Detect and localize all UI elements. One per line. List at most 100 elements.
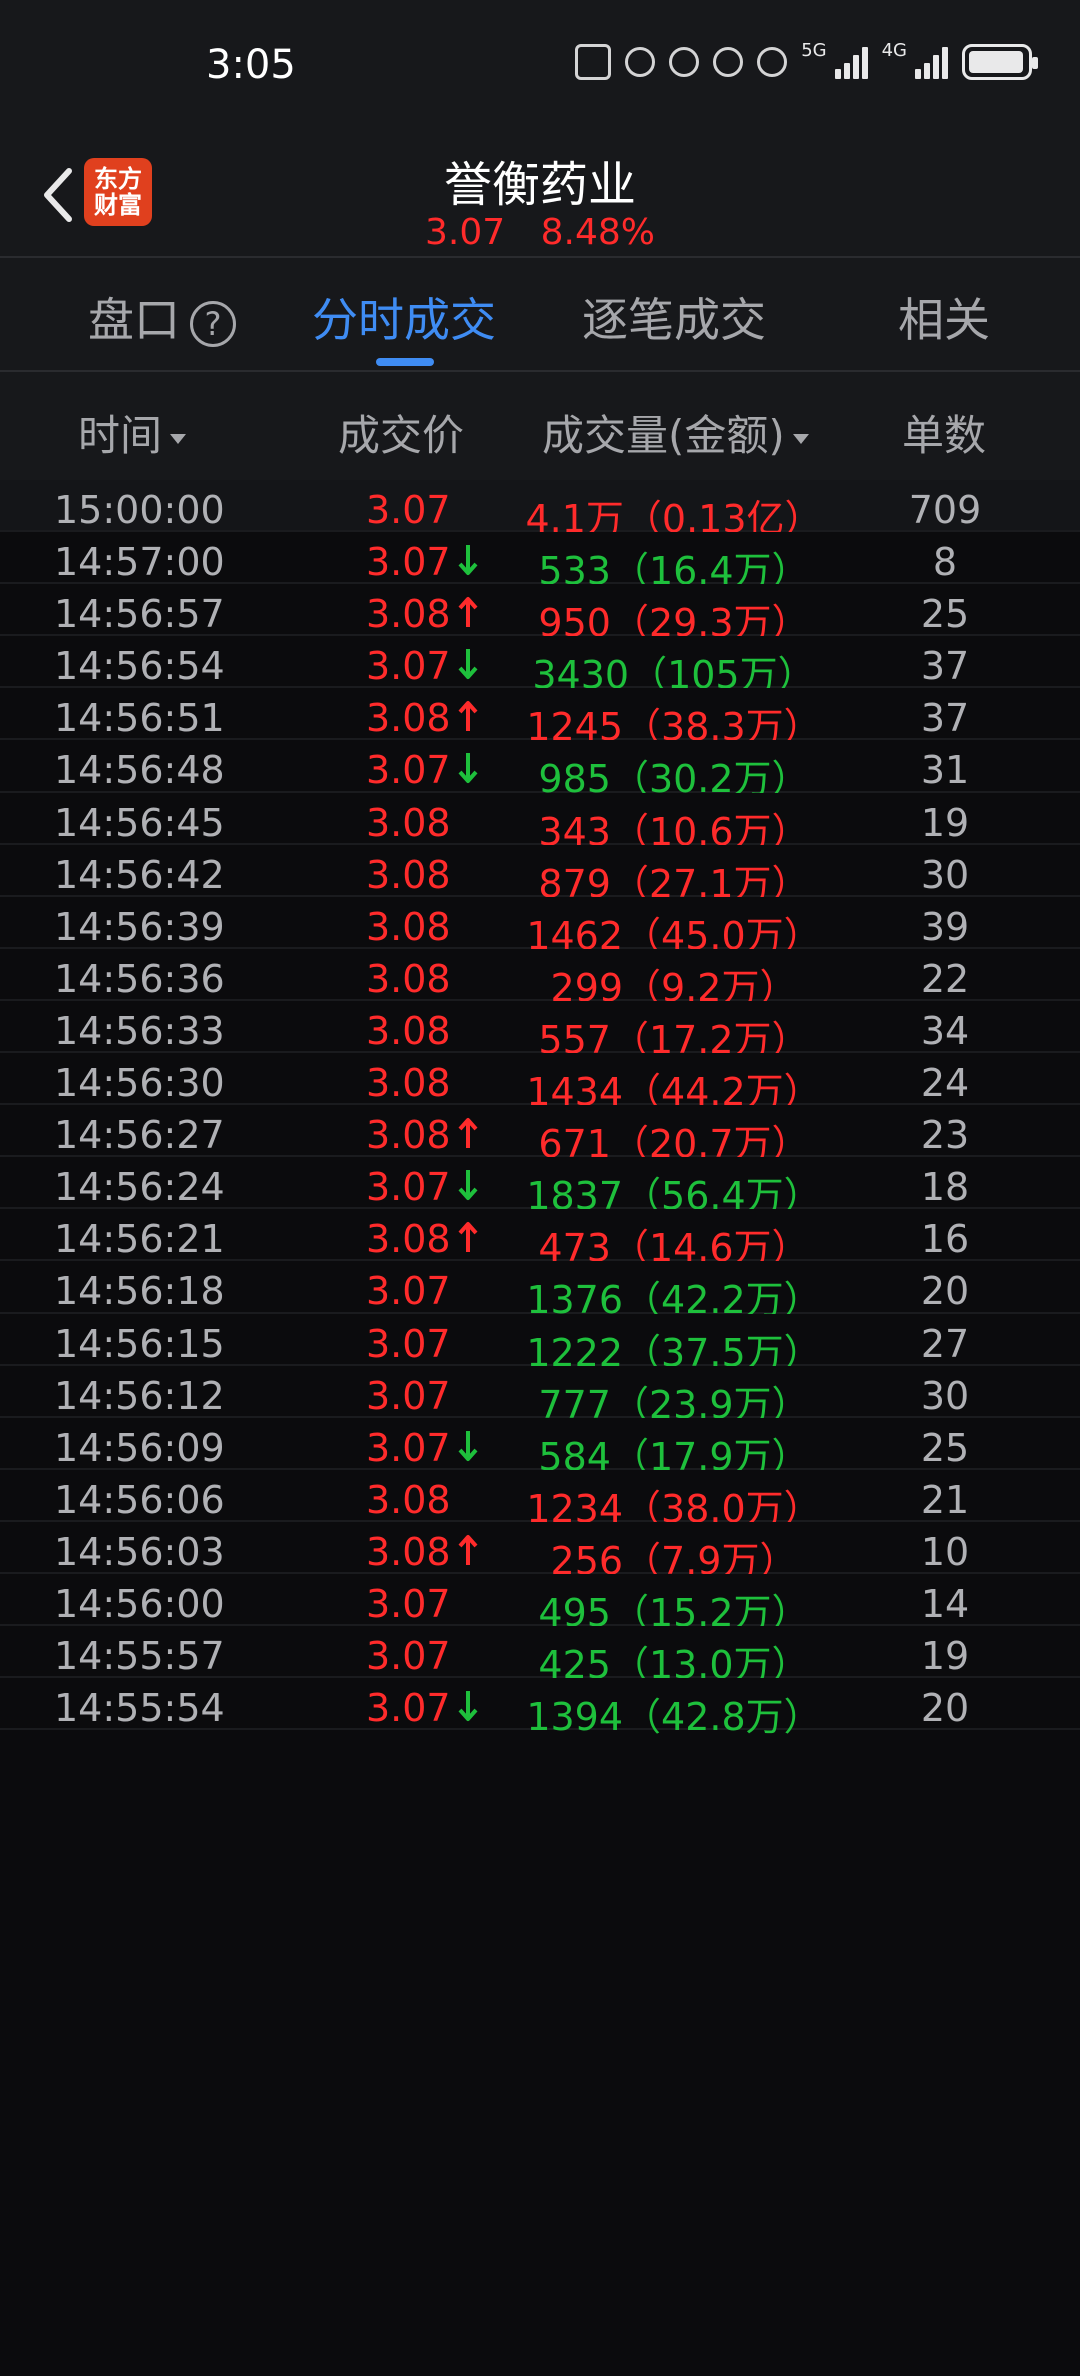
trade-price-value: 3.07: [366, 1269, 451, 1314]
table-row: 14:56:00 3.07 495（15.2万） 14: [0, 1573, 1080, 1635]
status-bar: 3:05 5G 4G: [0, 0, 1080, 140]
trade-count: 30: [920, 852, 970, 897]
trade-price: 3.08: [366, 853, 451, 897]
volume-header-label: 成交量(金额): [542, 411, 785, 460]
trade-count: 37: [920, 644, 970, 689]
table-row: 14:56:12 3.07 777（23.9万） 30: [0, 1365, 1080, 1427]
sort-volume-header[interactable]: 成交量(金额): [542, 402, 809, 463]
arrow-up-icon: [457, 1532, 479, 1566]
price-header: 成交价: [338, 411, 465, 460]
trade-count: 31: [920, 748, 970, 793]
trade-price: 3.07: [366, 644, 479, 688]
trade-price: 3.08: [366, 1478, 451, 1522]
table-row: 14:56:03 3.08 256（7.9万） 10: [0, 1521, 1080, 1583]
trade-time: 14:56:48: [54, 748, 225, 793]
tab-pankou-label: 盘口: [88, 293, 180, 347]
trade-count: 23: [920, 1113, 970, 1158]
table-row: 14:56:42 3.08 879（27.1万） 30: [0, 844, 1080, 906]
trade-count: 14: [920, 1581, 970, 1626]
trade-time: 14:56:36: [54, 956, 225, 1001]
trade-count: 21: [920, 1477, 970, 1522]
status-time: 3:05: [206, 42, 296, 88]
table-row: 14:56:06 3.08 1234（38.0万） 21: [0, 1469, 1080, 1531]
trade-price-value: 3.08: [366, 1008, 451, 1053]
trade-price-value: 3.07: [366, 748, 451, 793]
table-row: 14:56:15 3.07 1222（37.5万） 27: [0, 1313, 1080, 1375]
caret-down-icon: [170, 433, 187, 444]
network-4g-label: 4G: [881, 39, 907, 61]
trade-price: 3.07: [366, 748, 479, 792]
trade-price-value: 3.08: [366, 904, 451, 949]
trade-list[interactable]: 15:00:00 3.07 4.1万（0.13亿） 709 14:57:00 3.07 53…: [0, 480, 1080, 1739]
trade-count: 22: [920, 956, 970, 1001]
network-5g-label: 5G: [801, 39, 827, 61]
trade-count: 39: [920, 904, 970, 949]
tab-xiangguan[interactable]: 相关: [898, 284, 990, 350]
trade-count: 709: [908, 488, 982, 532]
trade-count: 8: [932, 540, 958, 585]
table-row: 14:56:33 3.08 557（17.2万） 34: [0, 1000, 1080, 1062]
trade-time: 14:55:54: [54, 1686, 225, 1731]
trade-price: 3.07: [366, 1686, 479, 1730]
trade-price: 3.07: [366, 540, 479, 584]
trade-volume: 1394（42.8万）: [526, 1695, 822, 1740]
arrow-up-icon: [457, 1219, 479, 1253]
trade-price: 3.08: [366, 905, 451, 949]
trade-price: 3.08: [366, 592, 479, 636]
sort-time-header[interactable]: 时间: [78, 402, 187, 463]
active-tab-indicator: [376, 358, 434, 366]
trade-price-value: 3.07: [366, 1165, 451, 1210]
wifi-icon: [757, 47, 788, 77]
nfc-icon: [575, 44, 612, 80]
arrow-up-icon: [457, 698, 479, 732]
trade-count: 19: [920, 800, 970, 845]
trade-price: 3.08: [366, 1061, 451, 1105]
arrow-down-icon: [457, 1167, 479, 1201]
table-row: 14:55:57 3.07 425（13.0万） 19: [0, 1626, 1080, 1687]
table-header: 时间 成交价 成交量(金额) 单数: [0, 372, 1080, 480]
trade-price: 3.08: [366, 801, 451, 845]
trade-price: 3.08: [366, 957, 451, 1001]
trade-price-value: 3.08: [366, 1061, 451, 1106]
trade-count: 24: [920, 1061, 970, 1106]
trade-time: 14:56:18: [54, 1269, 225, 1314]
trade-price: 3.08: [366, 1009, 451, 1053]
trade-count: 30: [920, 1373, 970, 1418]
trade-time: 14:55:57: [54, 1634, 225, 1679]
trade-time: 14:56:42: [54, 852, 225, 897]
stock-change: 8.48%: [540, 212, 655, 253]
trade-price: 3.08: [366, 1530, 479, 1574]
trade-time: 14:56:06: [54, 1477, 225, 1522]
trade-time: 14:56:54: [54, 644, 225, 689]
trade-price: 3.07: [366, 1269, 451, 1313]
tab-pankou[interactable]: 盘口?: [88, 284, 236, 350]
caret-down-icon: [792, 433, 809, 444]
tab-zhubi[interactable]: 逐笔成交: [582, 284, 766, 350]
table-row: 14:56:18 3.07 1376（42.2万） 20: [0, 1261, 1080, 1322]
trade-time: 14:56:27: [54, 1113, 225, 1158]
table-row: 14:56:36 3.08 299（9.2万） 22: [0, 948, 1080, 1010]
table-row: 15:00:00 3.07 4.1万（0.13亿） 709: [0, 480, 1080, 541]
trade-time: 14:56:30: [54, 1061, 225, 1106]
tab-fenshi[interactable]: 分时成交: [312, 284, 496, 350]
status-icons: 5G 4G: [575, 40, 1038, 80]
trade-time: 14:56:33: [54, 1008, 225, 1053]
arrow-down-icon: [457, 1428, 479, 1462]
trade-price-value: 3.08: [366, 1113, 451, 1158]
table-row: 14:56:54 3.07 3430（105万） 37: [0, 636, 1080, 697]
trade-price-value: 3.07: [366, 1425, 451, 1470]
trade-price-value: 3.08: [366, 1529, 451, 1574]
trade-price: 3.08: [366, 1217, 479, 1261]
help-icon[interactable]: ?: [190, 300, 236, 347]
arrow-down-icon: [457, 646, 479, 680]
trade-count: 37: [920, 696, 970, 741]
table-row: 14:56:24 3.07 1837（56.4万） 18: [0, 1157, 1080, 1218]
stock-header: 东方 财富 誉衡药业 3.07 8.48%: [0, 140, 1080, 258]
trade-time: 14:56:45: [54, 800, 225, 845]
trade-count: 27: [920, 1321, 970, 1366]
table-row: 14:57:00 3.07 533（16.4万） 8: [0, 532, 1080, 593]
arrow-down-icon: [457, 542, 479, 576]
signal-2-icon: [915, 45, 948, 79]
trade-count: 25: [920, 592, 970, 637]
trade-price-value: 3.07: [366, 1373, 451, 1418]
